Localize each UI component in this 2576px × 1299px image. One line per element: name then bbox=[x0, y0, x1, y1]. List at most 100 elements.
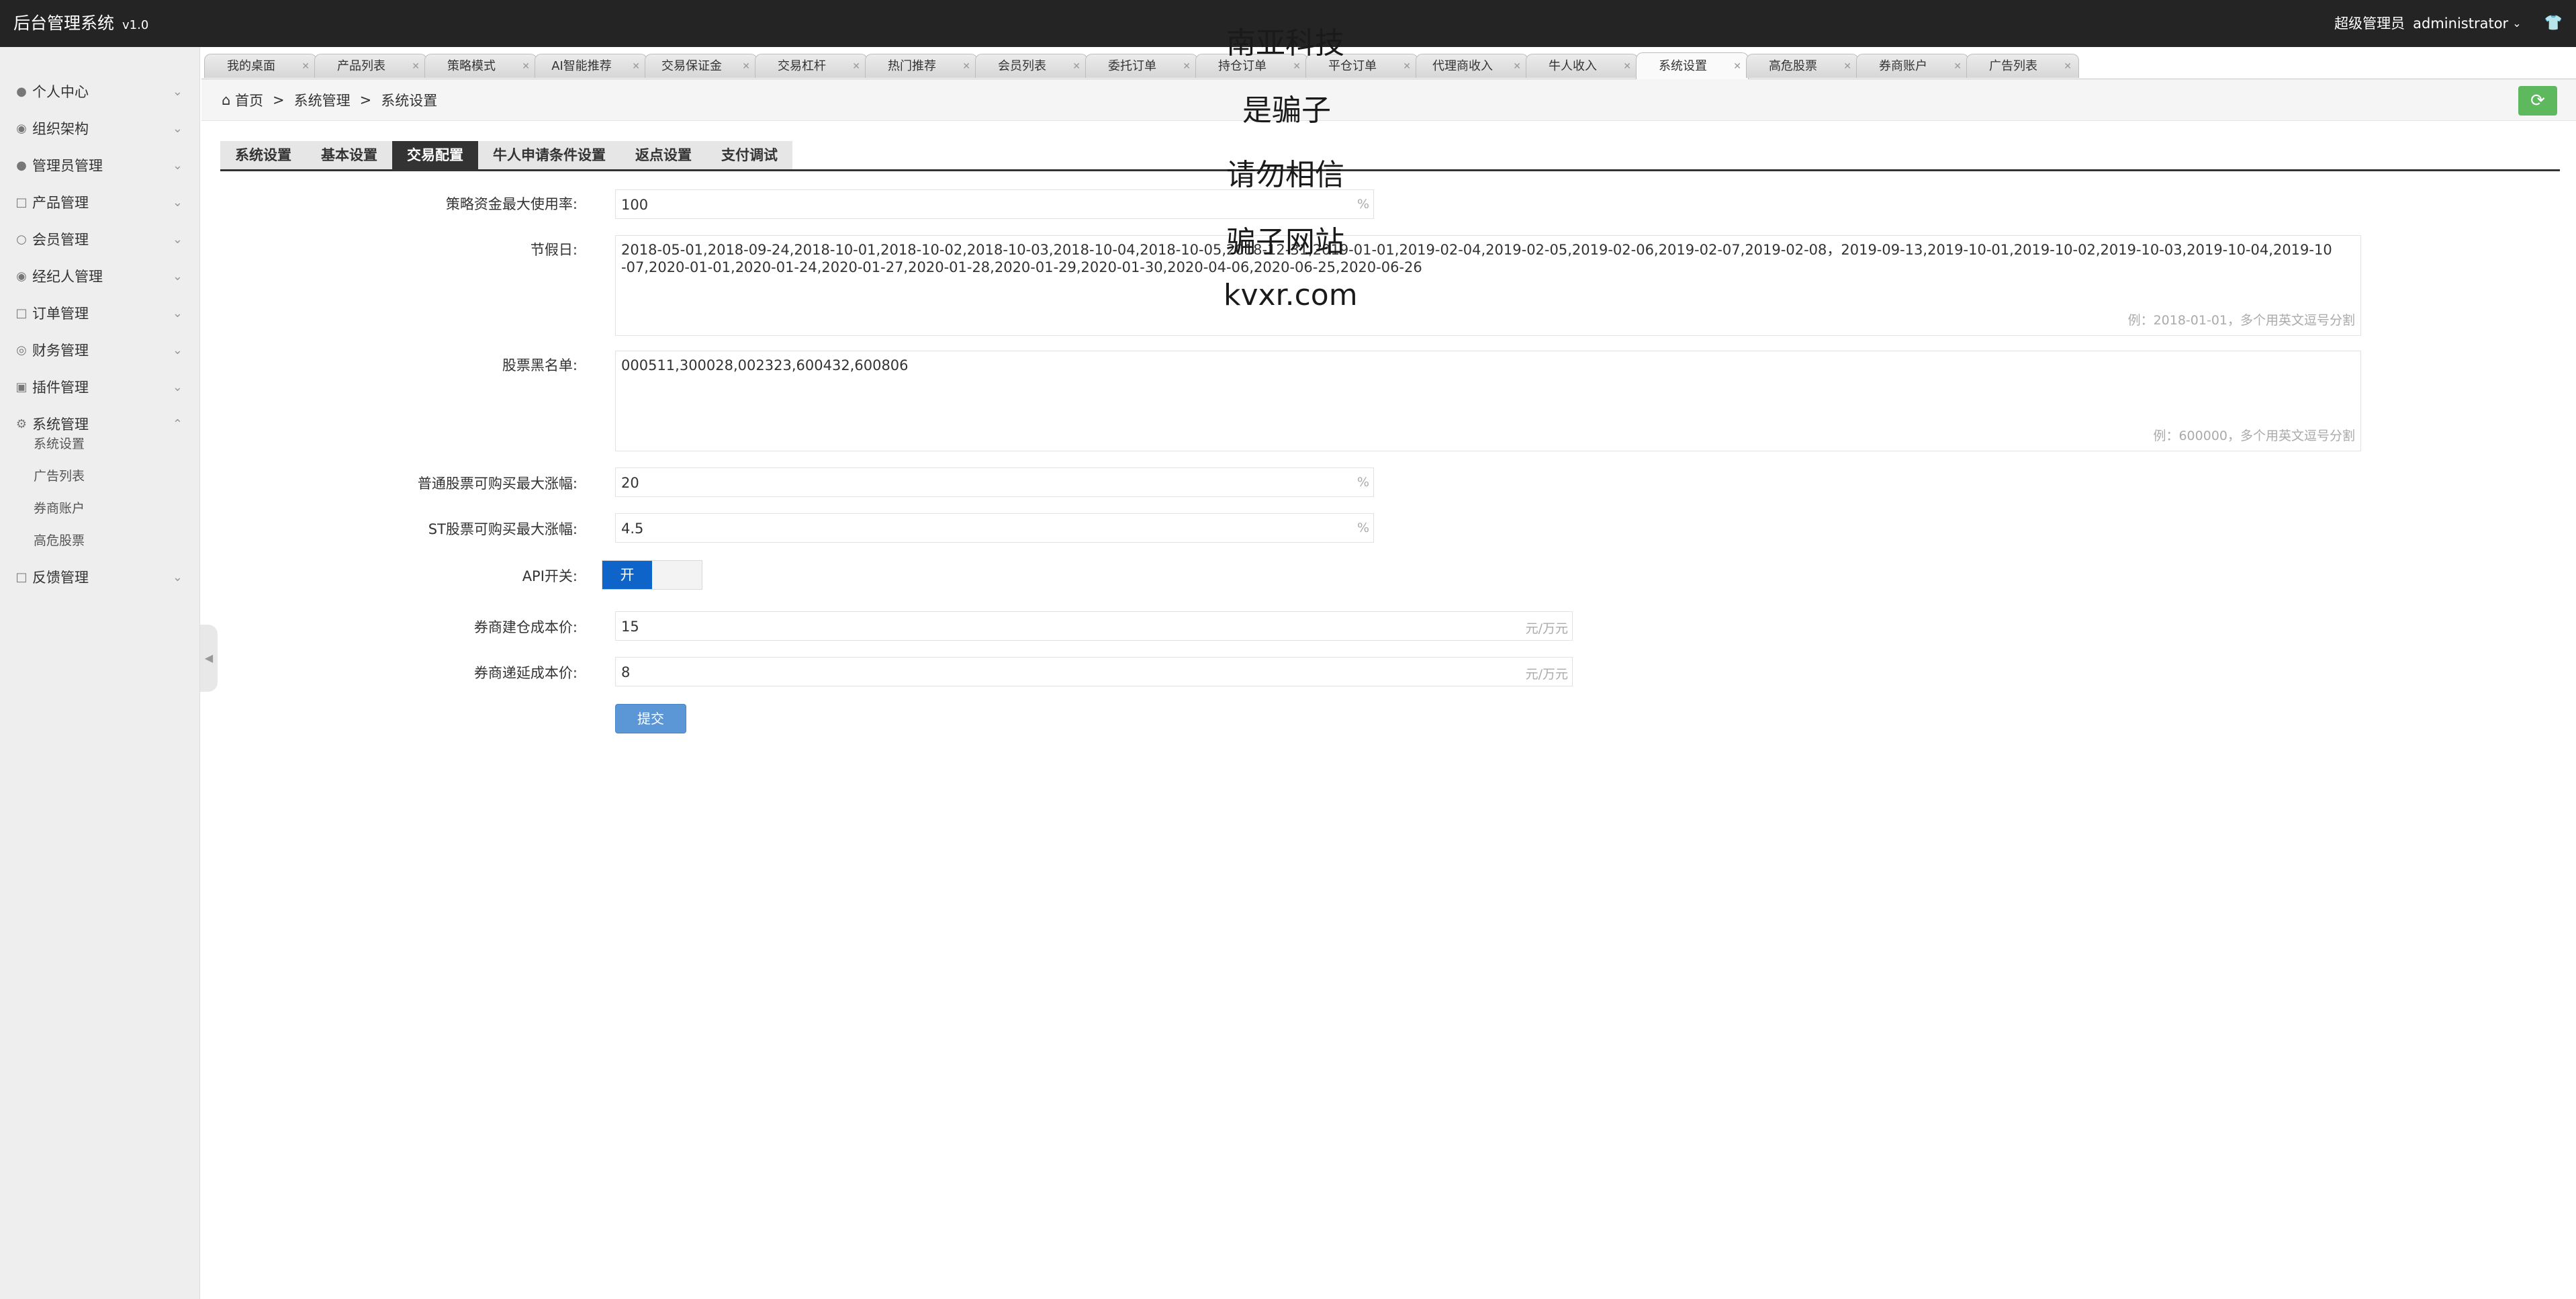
sidebar-subitem-system-settings[interactable]: 系统设置 bbox=[34, 435, 85, 453]
subtab-basic[interactable]: 基本设置 bbox=[306, 141, 392, 169]
max-rate-value: 100 bbox=[621, 197, 649, 213]
brand-title: 后台管理系统 bbox=[13, 13, 115, 33]
tab-system-settings[interactable]: 系统设置 ✕ bbox=[1636, 52, 1749, 79]
holidays-textarea[interactable]: 2018-05-01,2018-09-24,2018-10-01,2018-10… bbox=[615, 235, 2361, 336]
api-switch-toggle[interactable]: 开 bbox=[602, 560, 702, 590]
close-icon[interactable]: ✕ bbox=[852, 54, 860, 79]
tab-label: 广告列表 bbox=[1989, 59, 2037, 73]
sidebar-item-org[interactable]: ◉ 组织架构 ⌄ bbox=[0, 111, 200, 147]
brand: 后台管理系统 v1.0 bbox=[13, 13, 148, 36]
tab-ad-list[interactable]: 广告列表 ✕ bbox=[1966, 54, 2079, 78]
order-icon: □ bbox=[15, 306, 28, 320]
st-limit-input[interactable]: 4.5% bbox=[615, 513, 1374, 543]
tab-entrust-orders[interactable]: 委托订单 ✕ bbox=[1085, 54, 1198, 78]
sidebar-item-label: 产品管理 bbox=[32, 195, 89, 211]
subtab-underline bbox=[220, 169, 2560, 171]
submit-button[interactable]: 提交 bbox=[615, 704, 686, 733]
sidebar-item-order[interactable]: □ 订单管理 ⌄ bbox=[0, 296, 200, 332]
chevron-down-icon[interactable]: ⌄ bbox=[2512, 14, 2521, 33]
breadcrumb-home[interactable]: 首页 bbox=[235, 90, 263, 110]
sidebar-item-admin[interactable]: ● 管理员管理 ⌄ bbox=[0, 148, 200, 184]
max-rate-input[interactable]: 100% bbox=[615, 189, 1374, 219]
open-cost-input[interactable]: 15 元/万元 bbox=[615, 611, 1573, 641]
tab-product-list[interactable]: 产品列表 ✕ bbox=[314, 54, 427, 78]
sidebar-subitem-risky-stocks[interactable]: 高危股票 bbox=[34, 531, 85, 550]
defer-cost-value: 8 bbox=[621, 664, 631, 680]
tab-margin[interactable]: 交易保证金 ✕ bbox=[645, 54, 757, 78]
subtab-trade-config[interactable]: 交易配置 bbox=[392, 141, 478, 169]
tab-risky-stocks[interactable]: 高危股票 ✕ bbox=[1746, 54, 1859, 78]
sidebar-item-member[interactable]: ○ 会员管理 ⌄ bbox=[0, 222, 200, 258]
close-icon[interactable]: ✕ bbox=[1953, 54, 1962, 79]
refresh-icon: ⟳ bbox=[2530, 91, 2545, 111]
tab-label: 系统设置 bbox=[1659, 59, 1707, 73]
defer-cost-input[interactable]: 8 元/万元 bbox=[615, 657, 1573, 686]
sidebar-item-label: 订单管理 bbox=[32, 306, 89, 322]
close-icon[interactable]: ✕ bbox=[962, 54, 970, 79]
tab-label: 我的桌面 bbox=[227, 59, 275, 73]
tab-broker-account[interactable]: 券商账户 ✕ bbox=[1856, 54, 1969, 78]
home-icon[interactable]: ⌂ bbox=[222, 92, 230, 108]
breadcrumb: ⌂ 首页 > 系统管理 > 系统设置 bbox=[201, 79, 2576, 121]
tab-expert-income[interactable]: 牛人收入 ✕ bbox=[1526, 54, 1639, 78]
sidebar-item-plugin[interactable]: ▣ 插件管理 ⌄ bbox=[0, 369, 200, 406]
tab-label: 券商账户 bbox=[1879, 59, 1927, 73]
close-icon[interactable]: ✕ bbox=[1623, 54, 1631, 79]
tab-label: 产品列表 bbox=[337, 59, 385, 73]
tab-strategy[interactable]: 策略模式 ✕ bbox=[424, 54, 537, 78]
plugin-icon: ▣ bbox=[15, 380, 28, 394]
refresh-button[interactable]: ⟳ bbox=[2518, 86, 2557, 116]
unit-label: 元/万元 bbox=[1525, 667, 1568, 682]
sidebar-collapse-handle[interactable]: ◀ bbox=[200, 625, 218, 692]
tab-label: 策略模式 bbox=[447, 59, 496, 73]
subtab-rebate[interactable]: 返点设置 bbox=[620, 141, 706, 169]
subtab-payment-debug[interactable]: 支付调试 bbox=[706, 141, 792, 169]
close-icon[interactable]: ✕ bbox=[1513, 54, 1521, 79]
close-icon[interactable]: ✕ bbox=[1733, 53, 1741, 80]
tab-desktop[interactable]: 我的桌面 ✕ bbox=[204, 54, 317, 78]
breadcrumb-separator: > bbox=[273, 92, 285, 108]
close-icon[interactable]: ✕ bbox=[1843, 54, 1851, 79]
tab-label: AI智能推荐 bbox=[551, 59, 612, 73]
user-name[interactable]: administrator bbox=[2413, 14, 2508, 33]
normal-limit-label: 普通股票可购买最大涨幅: bbox=[417, 476, 578, 492]
breadcrumb-separator: > bbox=[359, 92, 372, 108]
sidebar-item-label: 个人中心 bbox=[32, 84, 89, 100]
tab-agent-income[interactable]: 代理商收入 ✕ bbox=[1416, 54, 1528, 78]
tab-ai-recommend[interactable]: AI智能推荐 ✕ bbox=[535, 54, 647, 78]
close-icon[interactable]: ✕ bbox=[522, 54, 530, 79]
unit-label: % bbox=[1356, 475, 1369, 490]
sidebar-item-feedback[interactable]: □ 反馈管理 ⌄ bbox=[0, 559, 200, 596]
sidebar-item-product[interactable]: □ 产品管理 ⌄ bbox=[0, 185, 200, 221]
subtab-expert-conditions[interactable]: 牛人申请条件设置 bbox=[478, 141, 620, 169]
admin-icon: ● bbox=[16, 159, 27, 173]
tab-label: 委托订单 bbox=[1108, 59, 1156, 73]
switch-on-label: 开 bbox=[602, 561, 652, 589]
org-icon: ◉ bbox=[16, 122, 27, 136]
close-icon[interactable]: ✕ bbox=[632, 54, 640, 79]
blacklist-textarea[interactable]: 000511,300028,002323,600432,600806 例：6000… bbox=[615, 351, 2361, 451]
skin-icon[interactable]: 👕 bbox=[2544, 14, 2563, 33]
tab-hot[interactable]: 热门推荐 ✕ bbox=[865, 54, 978, 78]
sidebar-item-finance[interactable]: ◎ 财务管理 ⌄ bbox=[0, 332, 200, 369]
close-icon[interactable]: ✕ bbox=[1072, 54, 1080, 79]
tab-leverage[interactable]: 交易杠杆 ✕ bbox=[755, 54, 868, 78]
sidebar-item-label: 组织架构 bbox=[32, 121, 89, 137]
sidebar-subitem-broker-account[interactable]: 券商账户 bbox=[34, 499, 85, 518]
sidebar-item-personal-center[interactable]: ● 个人中心 ⌄ bbox=[0, 74, 200, 110]
close-icon[interactable]: ✕ bbox=[1403, 54, 1411, 79]
close-icon[interactable]: ✕ bbox=[742, 54, 750, 79]
close-icon[interactable]: ✕ bbox=[302, 54, 310, 79]
sidebar-item-broker[interactable]: ◉ 经纪人管理 ⌄ bbox=[0, 259, 200, 295]
sidebar-subitem-ad-list[interactable]: 广告列表 bbox=[34, 467, 85, 486]
tab-member-list[interactable]: 会员列表 ✕ bbox=[975, 54, 1088, 78]
subtab-system[interactable]: 系统设置 bbox=[220, 141, 306, 169]
close-icon[interactable]: ✕ bbox=[2064, 54, 2072, 79]
close-icon[interactable]: ✕ bbox=[412, 54, 420, 79]
normal-limit-input[interactable]: 20% bbox=[615, 467, 1374, 497]
user-menu[interactable]: 超级管理员 administrator ⌄ 👕 bbox=[2334, 14, 2563, 33]
close-icon[interactable]: ✕ bbox=[1183, 54, 1191, 79]
sidebar-item-system[interactable]: ⚙ 系统管理 ⌃ bbox=[0, 406, 200, 443]
unit-label: % bbox=[1356, 197, 1369, 212]
normal-limit-value: 20 bbox=[621, 475, 639, 491]
